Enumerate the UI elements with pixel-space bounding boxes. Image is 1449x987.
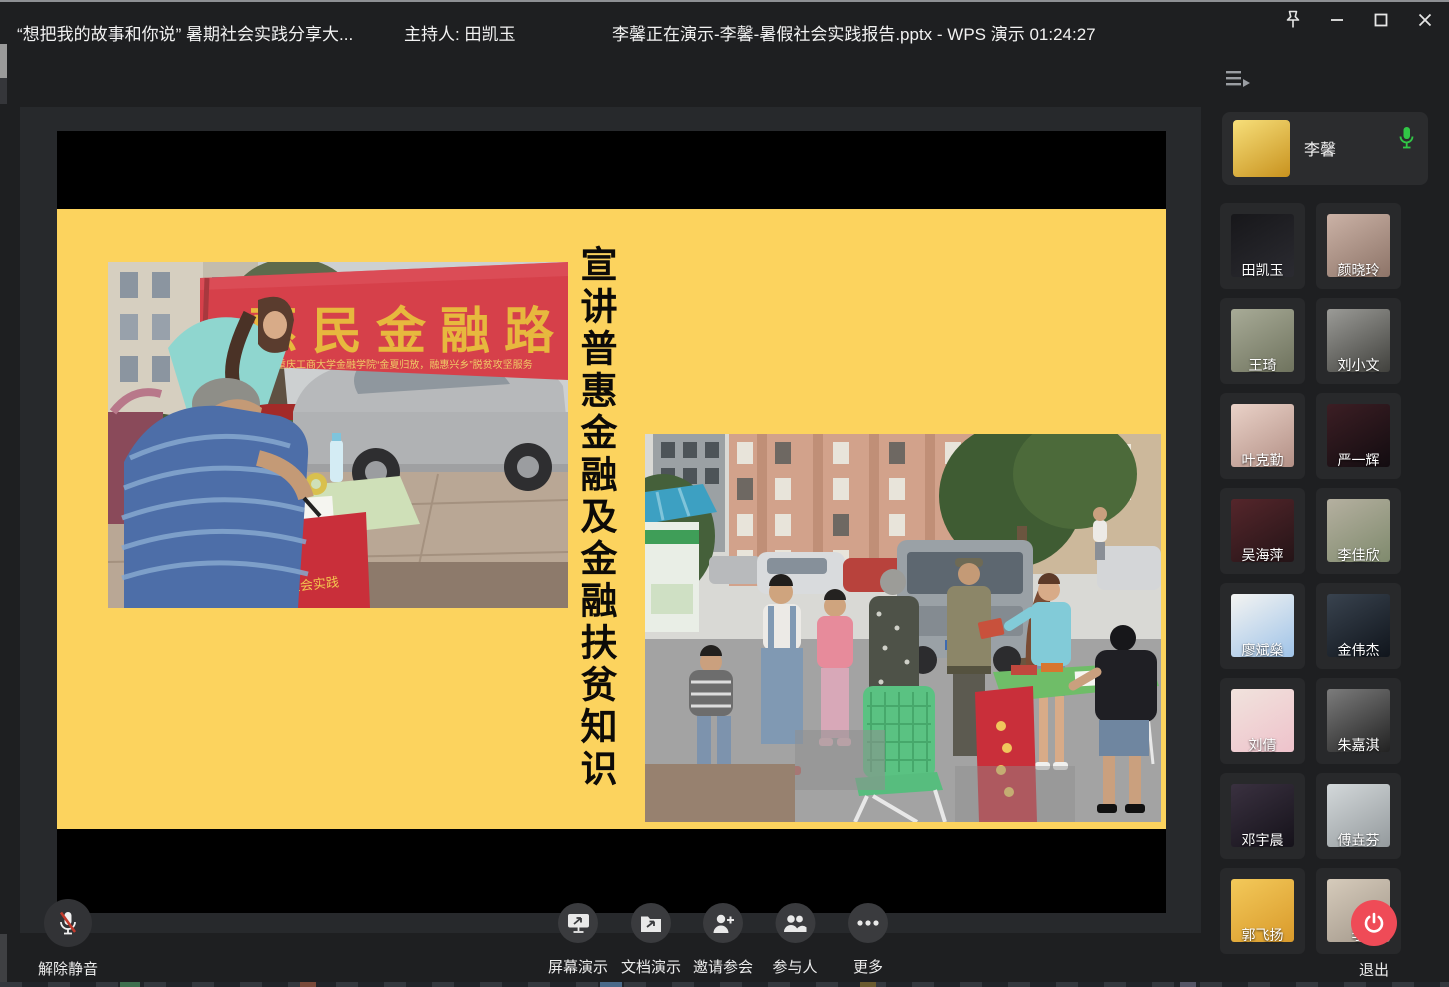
- presenting-title: 李馨正在演示-李馨-暑假社会实践报告.pptx - WPS 演示 01:24:2…: [612, 20, 1096, 45]
- participant-tile-颜晓玲[interactable]: 颜晓玲: [1316, 203, 1401, 289]
- screen-share-icon: [566, 913, 589, 934]
- participant-tile-朱嘉淇[interactable]: 朱嘉淇: [1316, 678, 1401, 764]
- collapse-list-icon: [1226, 70, 1252, 92]
- participant-tile-刘倩[interactable]: 刘倩: [1220, 678, 1305, 764]
- participant-tile-刘小文[interactable]: 刘小文: [1316, 298, 1401, 384]
- close-button[interactable]: [1409, 6, 1441, 34]
- participant-tile-田凯玉[interactable]: 田凯玉: [1220, 203, 1305, 289]
- participant-name: 金伟杰: [1316, 640, 1401, 660]
- invite-icon: [711, 913, 734, 934]
- participant-name: 郭飞扬: [1220, 925, 1305, 945]
- document-share-label: 文档演示: [621, 956, 681, 977]
- window-controls: [1277, 6, 1441, 34]
- background-window-sliver: [0, 44, 7, 78]
- participant-tile-李佳欣[interactable]: 李佳欣: [1316, 488, 1401, 574]
- slide-photo-left: 惠民金融路 ——重庆工商大学金融学院“金夏归放，融惠兴乡”脱贫攻坚服务 “乡”社…: [108, 262, 568, 608]
- background-window-sliver-dim: [0, 78, 7, 104]
- maximize-icon: [1373, 12, 1389, 28]
- participant-name: 廖斌燊: [1220, 640, 1305, 660]
- photo-banner-main-text: 惠民金融路: [248, 301, 568, 360]
- power-icon: [1362, 911, 1386, 935]
- photo-banner-sub-text: ——重庆工商大学金融学院“金夏归放，融惠兴乡”脱贫攻坚服务: [256, 358, 533, 371]
- presenter-name: 李馨: [1304, 136, 1336, 160]
- background-window-sliver-bottom: [0, 934, 7, 982]
- maximize-button[interactable]: [1365, 6, 1397, 34]
- participant-name: 傅垚芬: [1316, 830, 1401, 850]
- participant-name: 颜晓玲: [1316, 260, 1401, 280]
- participant-tile-傅垚芬[interactable]: 傅垚芬: [1316, 773, 1401, 859]
- document-share-button[interactable]: 文档演示: [621, 903, 681, 977]
- collapse-participant-list-button[interactable]: [1226, 70, 1252, 92]
- unmute-button[interactable]: 解除静音: [38, 899, 98, 979]
- more-label: 更多: [853, 956, 883, 977]
- screen-share-label: 屏幕演示: [548, 956, 608, 977]
- document-share-icon: [640, 914, 662, 933]
- participant-name: 邓宇晨: [1220, 830, 1305, 850]
- presenter-avatar: [1233, 120, 1290, 177]
- mic-muted-icon: [57, 910, 79, 936]
- unmute-label: 解除静音: [38, 958, 98, 979]
- participant-name: 田凯玉: [1220, 260, 1305, 280]
- taskbar-sliver: [0, 982, 1449, 987]
- participant-name: 王琦: [1220, 355, 1305, 375]
- participant-tile-廖斌燊[interactable]: 廖斌燊: [1220, 583, 1305, 669]
- participant-name: 叶克勤: [1220, 450, 1305, 470]
- presenter-card[interactable]: 李馨: [1222, 112, 1428, 185]
- participant-name: 刘倩: [1220, 735, 1305, 755]
- participants-icon: [782, 914, 807, 933]
- participant-name: 吴海萍: [1220, 545, 1305, 565]
- mic-on-icon: [1398, 126, 1415, 155]
- slide-vertical-title: 宣讲普惠金融及金融扶贫知识: [571, 245, 621, 805]
- participant-tile-吴海萍[interactable]: 吴海萍: [1220, 488, 1305, 574]
- participants-label: 参与人: [772, 956, 817, 977]
- pin-button[interactable]: [1277, 6, 1309, 34]
- participant-tile-王琦[interactable]: 王琦: [1220, 298, 1305, 384]
- invite-label: 邀请参会: [693, 956, 753, 977]
- close-icon: [1417, 12, 1433, 28]
- pin-icon: [1283, 9, 1303, 31]
- host-label: 主持人: 田凯玉: [404, 20, 515, 45]
- participant-grid: 田凯玉 颜晓玲 王琦 刘小文 叶克勤 严一辉 吴海萍 李佳欣 廖斌燊 金伟杰 刘: [1220, 203, 1402, 954]
- minimize-icon: [1329, 12, 1345, 28]
- participant-tile-邓宇晨[interactable]: 邓宇晨: [1220, 773, 1305, 859]
- participants-button[interactable]: 参与人: [772, 903, 817, 977]
- meeting-title: “想把我的故事和你说” 暑期社会实践分享大...: [17, 20, 353, 45]
- participant-name: 严一辉: [1316, 450, 1401, 470]
- participant-tile-金伟杰[interactable]: 金伟杰: [1316, 583, 1401, 669]
- participant-tile-郭飞扬[interactable]: 郭飞扬: [1220, 868, 1305, 954]
- participant-name: 朱嘉淇: [1316, 735, 1401, 755]
- participant-name: 刘小文: [1316, 355, 1401, 375]
- exit-label: 退出: [1359, 959, 1389, 980]
- participant-tile-叶克勤[interactable]: 叶克勤: [1220, 393, 1305, 479]
- more-button[interactable]: 更多: [848, 903, 888, 977]
- slide-photo-right: [645, 434, 1161, 822]
- presentation-stage: 惠民金融路 ——重庆工商大学金融学院“金夏归放，融惠兴乡”脱贫攻坚服务 “乡”社…: [57, 131, 1166, 913]
- participant-name: 李佳欣: [1316, 545, 1401, 565]
- more-dots-icon: [856, 919, 880, 927]
- participant-tile-严一辉[interactable]: 严一辉: [1316, 393, 1401, 479]
- exit-button[interactable]: 退出: [1351, 900, 1397, 980]
- screen-share-button[interactable]: 屏幕演示: [548, 903, 608, 977]
- slide: 惠民金融路 ——重庆工商大学金融学院“金夏归放，融惠兴乡”脱贫攻坚服务 “乡”社…: [57, 209, 1166, 829]
- minimize-button[interactable]: [1321, 6, 1353, 34]
- window-top-border: [0, 0, 1449, 2]
- invite-button[interactable]: 邀请参会: [693, 903, 753, 977]
